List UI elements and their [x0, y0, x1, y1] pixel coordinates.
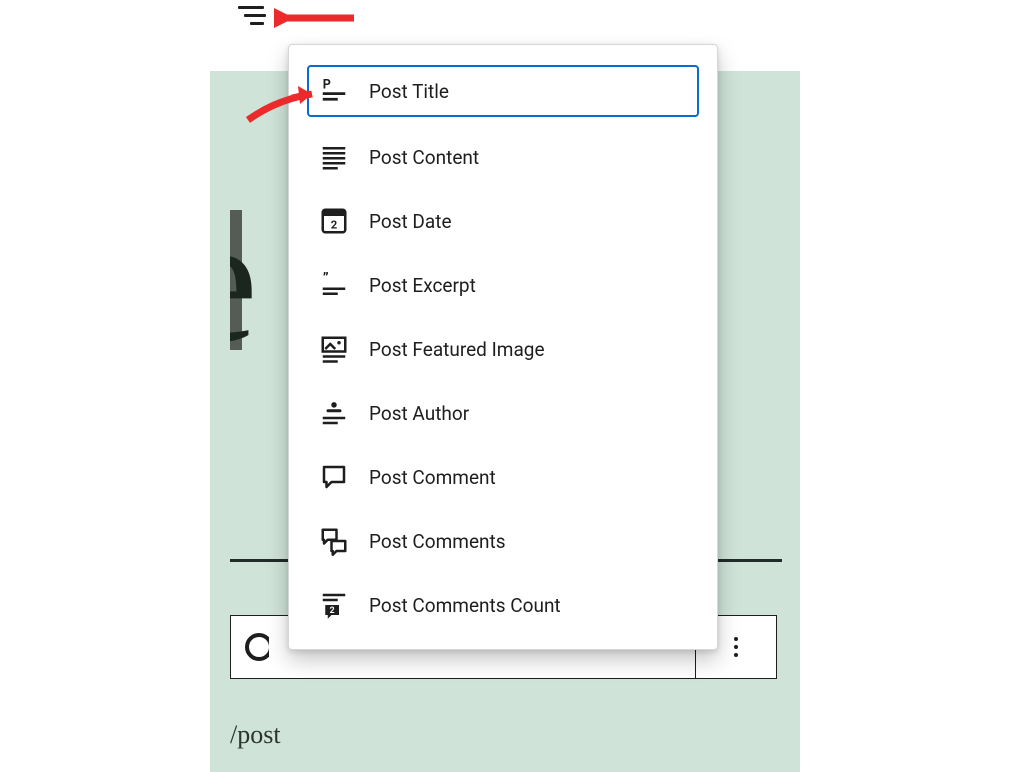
menu-item-label: Post Featured Image — [369, 338, 545, 361]
post-title-fragment: le — [230, 190, 252, 370]
post-excerpt-icon: ” — [319, 270, 349, 300]
menu-item-label: Post Content — [369, 146, 479, 169]
menu-item-post-featured-image[interactable]: Post Featured Image — [307, 325, 699, 373]
svg-text:P: P — [323, 78, 331, 93]
annotation-arrow-top — [274, 4, 360, 32]
filter-lines-icon[interactable] — [238, 1, 270, 29]
menu-item-label: Post Author — [369, 402, 469, 425]
menu-item-label: Post Excerpt — [369, 274, 476, 297]
post-featured-image-icon — [319, 334, 349, 364]
menu-item-post-content[interactable]: Post Content — [307, 133, 699, 181]
menu-item-post-excerpt[interactable]: ” Post Excerpt — [307, 261, 699, 309]
menu-item-post-author[interactable]: Post Author — [307, 389, 699, 437]
block-icon-fragment — [241, 633, 269, 661]
menu-item-label: Post Comments — [369, 530, 506, 553]
post-title-icon: P — [319, 76, 349, 106]
menu-item-post-date[interactable]: 2 Post Date — [307, 197, 699, 245]
post-comments-count-icon: 2 — [319, 590, 349, 620]
menu-item-label: Post Date — [369, 210, 452, 233]
stage: le /post P Post Title — [0, 0, 1024, 772]
post-author-icon — [319, 398, 349, 428]
svg-text:2: 2 — [331, 219, 338, 232]
post-comment-icon — [319, 462, 349, 492]
block-suggestion-popover: P Post Title Post Content 2 Post Dat — [288, 44, 718, 650]
menu-item-post-comments-count[interactable]: 2 Post Comments Count — [307, 581, 699, 629]
post-date-icon: 2 — [319, 206, 349, 236]
menu-item-post-title[interactable]: P Post Title — [307, 65, 699, 117]
menu-item-post-comments[interactable]: Post Comments — [307, 517, 699, 565]
slash-command-text: /post — [230, 720, 281, 750]
menu-item-post-comment[interactable]: Post Comment — [307, 453, 699, 501]
post-content-icon — [319, 142, 349, 172]
post-comments-icon — [319, 526, 349, 556]
menu-item-label: Post Title — [369, 80, 449, 103]
menu-item-label: Post Comment — [369, 466, 496, 489]
more-options-icon — [734, 637, 738, 657]
menu-item-label: Post Comments Count — [369, 594, 561, 617]
svg-text:”: ” — [323, 271, 329, 287]
svg-text:2: 2 — [330, 606, 335, 616]
